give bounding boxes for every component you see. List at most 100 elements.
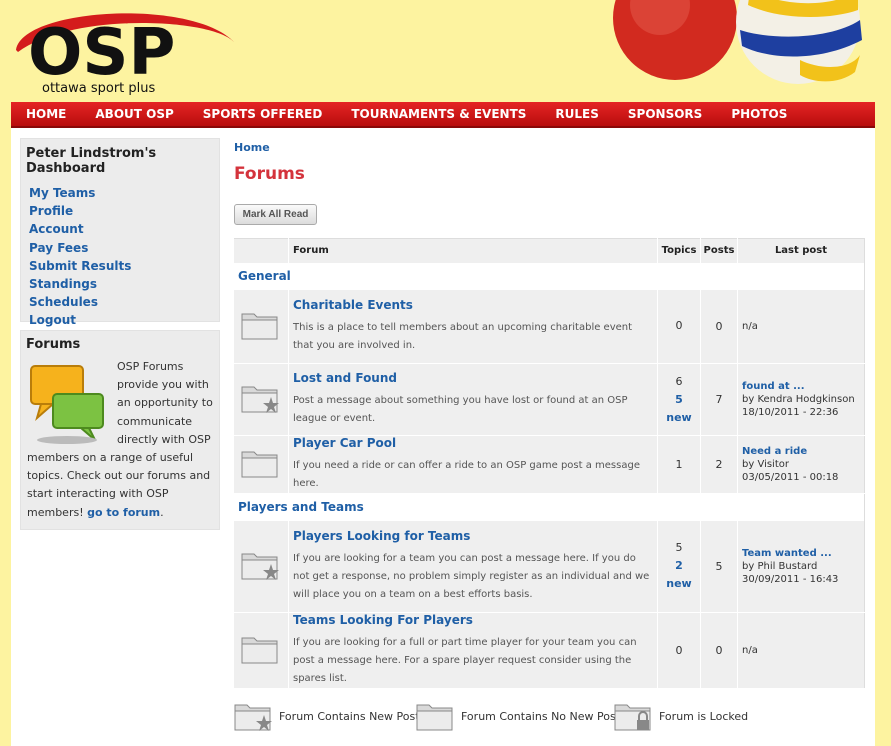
nav-photos[interactable]: PHOTOS (731, 107, 787, 121)
legend-locked-label: Forum is Locked (659, 709, 749, 723)
nav-about-osp[interactable]: ABOUT OSP (95, 107, 173, 121)
topics-count: 0 (675, 643, 683, 657)
last-post-cell: Need a ride by Visitor 03/05/2011 - 00:18 (737, 435, 865, 494)
dashboard-link-standings[interactable]: Standings (29, 275, 219, 293)
dashboard-link-submit-results[interactable]: Submit Results (29, 257, 219, 275)
icon-column-header (233, 238, 289, 263)
category-row: General (233, 262, 865, 290)
legend-no-new-posts-label: Forum Contains No New Posts (461, 709, 626, 723)
forum-table: Forum Topics Posts Last post General Char… (233, 238, 865, 689)
legend-new-posts-label: Forum Contains New Posts (279, 709, 426, 723)
last-post-cell: Team wanted ... by Phil Bustard 30/09/2011… (737, 520, 865, 613)
folder-icon (241, 313, 278, 340)
last-post-date: 18/10/2011 - 22:36 (742, 407, 839, 418)
last-post-cell: found at ... by Kendra Hodgkinson 18/10/20… (737, 363, 865, 436)
forum-title[interactable]: Lost and Found (293, 371, 652, 385)
forum-row: Players Looking for Teams If you are look… (233, 520, 865, 613)
dashboard-title: Peter Lindstrom's Dashboard (26, 146, 157, 176)
folder-icon (241, 637, 278, 664)
forum-row: Player Car Pool If you need a ride or can… (233, 435, 865, 494)
nav-home[interactable]: HOME (26, 107, 66, 121)
topics-cell: 1 (657, 435, 701, 494)
folder-new-icon (234, 704, 272, 731)
posts-cell: 7 (700, 363, 738, 436)
dashboard-link-logout[interactable]: Logout (29, 311, 219, 329)
folder-icon (241, 451, 278, 478)
folder-icon (416, 704, 453, 731)
topics-cell: 0 (657, 612, 701, 689)
topics-column-header: Topics (657, 238, 701, 263)
folder-new-icon (241, 386, 279, 413)
last-post-na: n/a (742, 645, 758, 656)
legend-no-new-posts: Forum Contains No New Posts (415, 698, 626, 734)
new-topics-link[interactable]: 5 new (658, 391, 700, 427)
new-topics-link[interactable]: 2 new (658, 557, 700, 593)
new-topics-word[interactable]: new (658, 409, 700, 427)
forum-icon-cell (233, 520, 289, 613)
breadcrumb[interactable]: Home (234, 141, 270, 154)
forums-box-description: OSP Forums provide you with an opportuni… (21, 358, 219, 522)
site-header: OSP ottawa sport plus (0, 0, 891, 100)
posts-cell: 0 (700, 612, 738, 689)
new-topics-count[interactable]: 5 (658, 391, 700, 409)
forum-title[interactable]: Teams Looking For Players (293, 613, 652, 627)
topics-count: 0 (675, 319, 683, 333)
forum-title[interactable]: Charitable Events (293, 298, 652, 312)
content-area: Peter Lindstrom's Dashboard My Teams Pro… (11, 128, 875, 746)
osp-logo[interactable]: OSP ottawa sport plus (12, 4, 242, 98)
forum-title[interactable]: Player Car Pool (293, 436, 652, 450)
forum-description: If you are looking for a full or part ti… (293, 637, 637, 684)
last-post-title[interactable]: Team wanted ... (742, 547, 864, 560)
category-title[interactable]: Players and Teams (233, 493, 865, 521)
mark-all-read-button[interactable]: Mark All Read (234, 204, 317, 225)
forum-main-cell: Player Car Pool If you need a ride or can… (288, 435, 658, 494)
dashboard-link-schedules[interactable]: Schedules (29, 293, 219, 311)
forum-description: If you need a ride or can offer a ride t… (293, 460, 640, 489)
logo-text: OSP (28, 16, 175, 90)
last-post-title[interactable]: found at ... (742, 380, 864, 393)
topics-cell: 5 2 new (657, 520, 701, 613)
nav-sponsors[interactable]: SPONSORS (628, 107, 702, 121)
last-post-date: 30/09/2011 - 16:43 (742, 573, 839, 585)
last-post-author: by Visitor (742, 459, 789, 470)
dashboard-box: Peter Lindstrom's Dashboard My Teams Pro… (20, 138, 220, 327)
forum-row: Lost and Found Post a message about somet… (233, 363, 865, 436)
dashboard-link-profile[interactable]: Profile (29, 202, 219, 220)
forum-row: Charitable Events This is a place to tell… (233, 289, 865, 364)
nav-sports-offered[interactable]: SPORTS OFFERED (203, 107, 323, 121)
category-row: Players and Teams (233, 493, 865, 521)
new-topics-count[interactable]: 2 (658, 557, 700, 575)
last-post-na: n/a (742, 320, 758, 332)
dashboard-link-pay-fees[interactable]: Pay Fees (29, 239, 219, 257)
topics-cell: 6 5 new (657, 363, 701, 436)
forum-icon-cell (233, 289, 289, 364)
topics-count: 5 (675, 541, 683, 555)
last-post-column-header: Last post (737, 238, 865, 263)
forum-icon-cell (233, 612, 289, 689)
new-topics-word[interactable]: new (658, 575, 700, 593)
nav-tournaments-events[interactable]: TOURNAMENTS & EVENTS (351, 107, 526, 121)
logo-tagline: ottawa sport plus (42, 81, 156, 96)
last-post-author: by Phil Bustard (742, 560, 818, 572)
posts-cell: 5 (700, 520, 738, 613)
chat-bubbles-icon (30, 365, 104, 444)
legend-locked: Forum is Locked (613, 698, 748, 734)
topics-count: 6 (675, 374, 683, 388)
category-title[interactable]: General (233, 262, 865, 290)
last-post-title[interactable]: Need a ride (742, 445, 864, 458)
forum-title[interactable]: Players Looking for Teams (293, 529, 652, 543)
topics-count: 1 (675, 457, 683, 471)
posts-cell: 0 (700, 289, 738, 364)
page-title: Forums (234, 164, 305, 184)
dashboard-link-account[interactable]: Account (29, 220, 219, 238)
dashboard-link-my-teams[interactable]: My Teams (29, 184, 219, 202)
forum-main-cell: Players Looking for Teams If you are look… (288, 520, 658, 613)
forum-row: Teams Looking For Players If you are look… (233, 612, 865, 689)
go-to-forum-link[interactable]: go to forum (87, 506, 160, 519)
forums-promo-box: Forums OSP Forums provide you with an op… (20, 330, 220, 530)
last-post-cell: n/a (737, 612, 865, 689)
legend-new-posts: Forum Contains New Posts (233, 698, 425, 734)
link-period: . (160, 505, 164, 519)
nav-rules[interactable]: RULES (555, 107, 598, 121)
folder-locked-icon (614, 704, 651, 731)
